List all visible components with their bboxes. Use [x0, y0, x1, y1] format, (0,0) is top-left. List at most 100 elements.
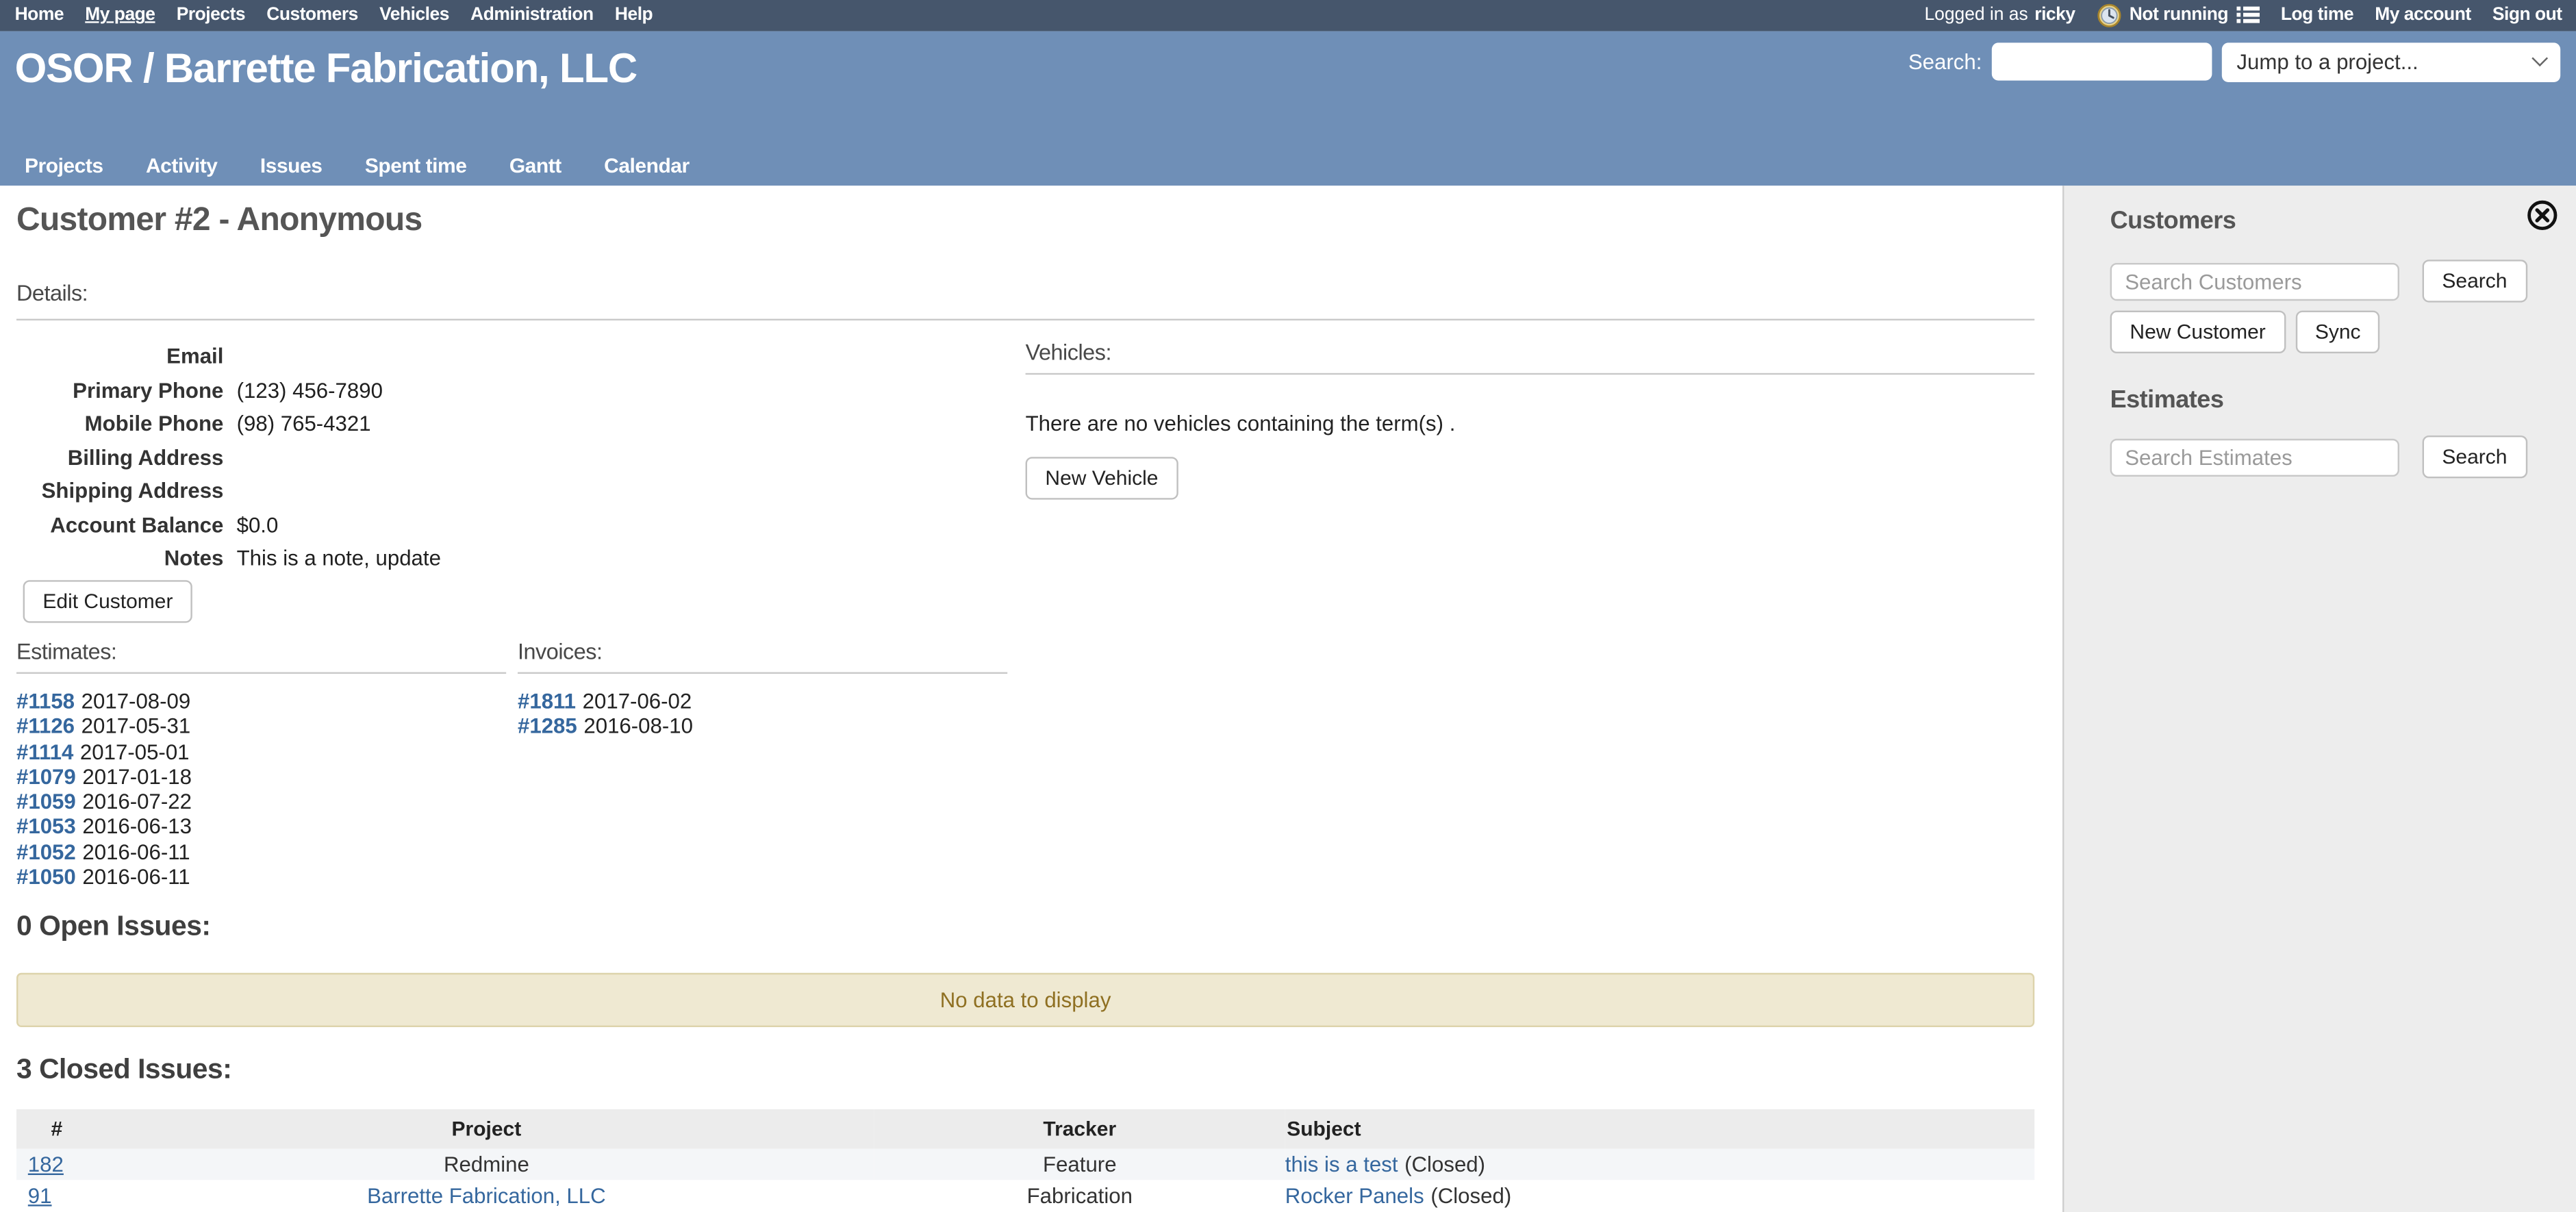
search-customers-button[interactable]: Search	[2423, 260, 2527, 302]
app-title: OSOR / Barrette Fabrication, LLC	[15, 45, 637, 93]
estimate-item: #10792017-01-18	[16, 764, 506, 790]
table-header-row: # Project Tracker Subject	[16, 1109, 2034, 1149]
estimate-date: 2017-05-31	[81, 714, 191, 738]
username-link[interactable]: ricky	[2034, 5, 2075, 25]
logged-in-status: Logged in as ricky	[1924, 5, 2075, 25]
header-search-area: Search: Jump to a project...	[1908, 42, 2560, 81]
main-content: Customer #2 - Anonymous Details: Email P…	[0, 186, 2062, 1212]
invoices-divider	[518, 672, 1007, 674]
invoice-date: 2017-06-02	[583, 689, 692, 714]
estimate-link[interactable]: #1053	[16, 814, 76, 839]
sidebar-estimates-heading: Estimates	[2110, 386, 2224, 414]
estimate-link[interactable]: #1126	[16, 714, 75, 738]
search-label: Search:	[1908, 49, 1982, 74]
column-header-tracker: Tracker	[874, 1109, 1285, 1149]
top-menu-item-projects[interactable]: Projects	[177, 5, 245, 25]
field-label-mobile-phone: Mobile Phone	[16, 407, 223, 441]
search-customers-input[interactable]	[2110, 262, 2399, 300]
log-time-link[interactable]: Log time	[2281, 5, 2353, 25]
field-value-primary-phone: (123) 456-7890	[237, 374, 441, 407]
app-header: OSOR / Barrette Fabrication, LLC Search:…	[0, 30, 2576, 186]
new-customer-button[interactable]: New Customer	[2110, 311, 2286, 353]
top-menu-bar: Home My page Projects Customers Vehicles…	[0, 0, 2576, 30]
estimate-date: 2016-06-13	[82, 814, 192, 839]
issue-subject-link[interactable]: Rocker Panels	[1285, 1183, 1424, 1208]
invoice-link[interactable]: #1811	[518, 689, 576, 714]
timer-list-icon[interactable]	[2236, 5, 2260, 25]
field-label-billing-address: Billing Address	[16, 441, 223, 475]
top-menu-item-help[interactable]: Help	[615, 5, 653, 25]
field-label-email: Email	[16, 340, 223, 374]
global-search-input[interactable]	[1992, 42, 2212, 80]
estimate-item: #11142017-05-01	[16, 739, 506, 764]
estimate-link[interactable]: #1114	[16, 739, 73, 763]
tab-gantt[interactable]: Gantt	[509, 155, 561, 178]
estimate-item: #10532016-06-13	[16, 814, 506, 839]
field-value-shipping-address	[237, 475, 441, 509]
table-row: 91 Barrette Fabrication, LLC Fabrication…	[16, 1180, 2034, 1211]
tab-spent-time[interactable]: Spent time	[365, 155, 467, 178]
issue-id-link[interactable]: 182	[28, 1152, 64, 1176]
tab-issues[interactable]: Issues	[260, 155, 323, 178]
jump-to-project-select[interactable]: Jump to a project...	[2222, 42, 2560, 81]
edit-customer-button[interactable]: Edit Customer	[23, 580, 193, 622]
estimate-link[interactable]: #1059	[16, 789, 76, 813]
main-menu-tabs: Projects Activity Issues Spent time Gant…	[25, 155, 690, 178]
top-menu-item-my-page[interactable]: My page	[85, 5, 155, 25]
search-estimates-button[interactable]: Search	[2423, 435, 2527, 478]
invoice-link[interactable]: #1285	[518, 714, 577, 738]
customers-actions-row: New Customer Sync	[2110, 311, 2381, 353]
tab-activity[interactable]: Activity	[146, 155, 218, 178]
top-menu-item-home[interactable]: Home	[15, 5, 64, 25]
estimate-link[interactable]: #1079	[16, 764, 76, 789]
timer-clock-icon[interactable]	[2097, 3, 2121, 27]
timer-status-label[interactable]: Not running	[2130, 5, 2228, 25]
search-estimates-input[interactable]	[2110, 438, 2399, 476]
top-menu-item-vehicles[interactable]: Vehicles	[379, 5, 449, 25]
vehicles-heading: Vehicles:	[1026, 340, 2035, 365]
vehicles-empty-message: There are no vehicles containing the ter…	[1026, 411, 2035, 435]
tab-calendar[interactable]: Calendar	[604, 155, 690, 178]
estimates-heading: Estimates:	[16, 640, 506, 664]
customers-search-row: Search	[2110, 260, 2527, 302]
chevron-down-icon	[2531, 50, 2548, 66]
field-label-notes: Notes	[16, 542, 223, 576]
issue-subject-link[interactable]: this is a test	[1285, 1152, 1398, 1176]
top-menu-item-administration[interactable]: Administration	[470, 5, 594, 25]
page: Home My page Projects Customers Vehicles…	[0, 0, 2576, 1212]
invoice-item: #12852016-08-10	[518, 714, 1007, 739]
invoice-date: 2016-08-10	[583, 714, 693, 738]
invoices-list: Invoices: #18112017-06-02 #12852016-08-1…	[518, 640, 1007, 890]
estimate-link[interactable]: #1052	[16, 839, 76, 864]
tab-projects[interactable]: Projects	[25, 155, 103, 178]
estimate-link[interactable]: #1158	[16, 689, 75, 714]
customer-details: Email Primary Phone (123) 456-7890 Mobil…	[16, 340, 441, 576]
details-section-label: Details:	[16, 281, 88, 305]
issue-status: (Closed)	[1404, 1152, 1485, 1176]
field-label-shipping-address: Shipping Address	[16, 475, 223, 509]
sidebar-customers-heading: Customers	[2110, 207, 2236, 235]
new-vehicle-button[interactable]: New Vehicle	[1026, 457, 1178, 499]
field-value-email	[237, 340, 441, 374]
estimate-link[interactable]: #1050	[16, 865, 76, 889]
estimate-item: #10592016-07-22	[16, 789, 506, 814]
estimates-search-row: Search	[2110, 435, 2527, 478]
close-icon[interactable]	[2526, 199, 2559, 231]
sign-out-link[interactable]: Sign out	[2492, 5, 2562, 25]
top-menu-item-customers[interactable]: Customers	[266, 5, 358, 25]
issue-project-link[interactable]: Barrette Fabrication, LLC	[367, 1183, 606, 1208]
column-header-subject: Subject	[1285, 1109, 2034, 1149]
sync-button[interactable]: Sync	[2295, 311, 2380, 353]
no-data-banner: No data to display	[16, 973, 2034, 1027]
issue-id-link[interactable]: 91	[28, 1183, 52, 1208]
estimate-item: #11582017-08-09	[16, 689, 506, 714]
my-account-link[interactable]: My account	[2375, 5, 2471, 25]
vehicles-divider	[1026, 373, 2035, 375]
estimate-date: 2016-06-11	[82, 865, 190, 889]
vehicles-section: Vehicles: There are no vehicles containi…	[1026, 340, 2035, 500]
field-label-account-balance: Account Balance	[16, 509, 223, 542]
issue-tracker: Feature	[1043, 1152, 1117, 1176]
issue-status: (Closed)	[1430, 1183, 1511, 1208]
table-row: 182 Redmine Feature this is a test(Close…	[16, 1149, 2034, 1181]
column-header-project: Project	[99, 1109, 874, 1149]
